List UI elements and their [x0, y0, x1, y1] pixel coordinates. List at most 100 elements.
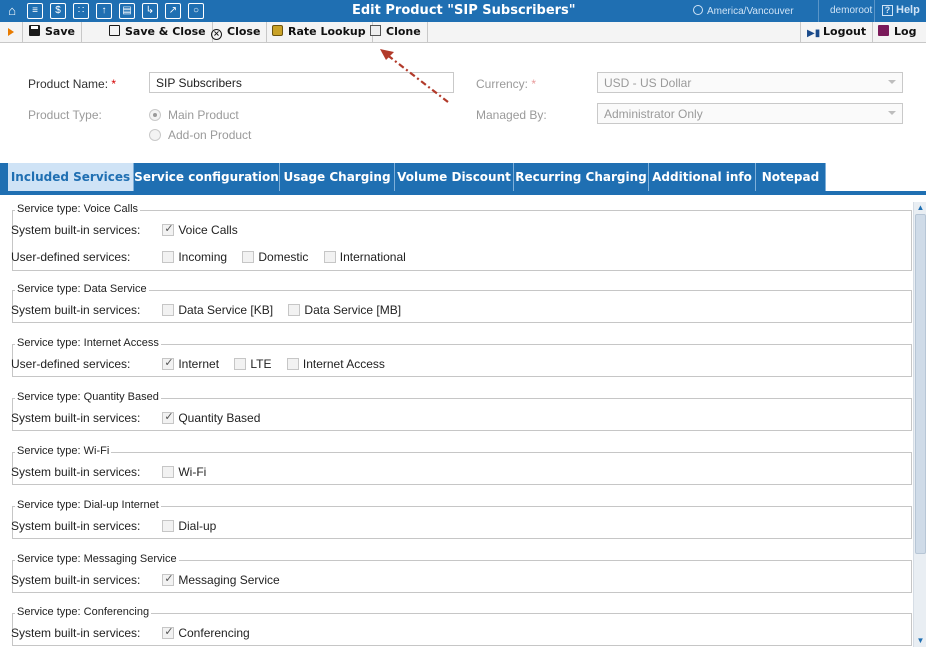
- annotation-arrow: [380, 49, 449, 103]
- service-row: User-defined services: Internet LTE Inte…: [11, 356, 397, 371]
- help-label: Help: [896, 4, 920, 16]
- chevron-down-icon: [888, 80, 896, 84]
- checkbox-icon: [162, 251, 175, 263]
- service-group-data-service: Service type: Data Service System built-…: [11, 283, 912, 323]
- log-book-icon: [878, 25, 889, 36]
- clone-button[interactable]: Clone: [364, 22, 428, 42]
- incoming-checkbox[interactable]: Incoming: [162, 250, 227, 264]
- save-disk-icon: [29, 25, 40, 36]
- close-button[interactable]: × Close: [205, 22, 268, 42]
- dollar-icon[interactable]: $: [50, 3, 66, 19]
- addon-product-radio[interactable]: [149, 129, 161, 141]
- separator: [874, 0, 875, 22]
- quantity-based-checkbox[interactable]: Quantity Based: [162, 410, 260, 425]
- service-group-title: Service type: Wi-Fi: [15, 445, 112, 457]
- tab-service-configuration[interactable]: Service configuration: [134, 163, 280, 191]
- chevron-down-icon: [888, 111, 896, 115]
- conferencing-checkbox[interactable]: Conferencing: [162, 625, 250, 640]
- log-button[interactable]: Log: [872, 22, 922, 42]
- save-button[interactable]: Save: [22, 22, 82, 42]
- tab-notepad[interactable]: Notepad: [756, 163, 826, 191]
- tab-recurring-charging[interactable]: Recurring Charging: [514, 163, 649, 191]
- grid-icon[interactable]: ∷: [73, 3, 89, 19]
- toolbar: Save Save & Close × Close Rate Lookup Clo…: [0, 22, 926, 43]
- option-label: Messaging Service: [178, 573, 280, 587]
- list-icon[interactable]: ≡: [27, 3, 43, 19]
- divider: [12, 210, 912, 211]
- home-icon[interactable]: ⌂: [4, 3, 20, 19]
- main-product-label: Main Product: [168, 108, 239, 122]
- logout-button[interactable]: ▶▮ Logout: [800, 22, 874, 42]
- voice-calls-checkbox[interactable]: Voice Calls: [162, 222, 238, 237]
- required-mark: *: [111, 77, 117, 91]
- service-group-wifi: Service type: Wi-Fi System built-in serv…: [11, 445, 912, 485]
- row-label: User-defined services:: [11, 357, 131, 371]
- service-row: User-defined services: Incoming Domestic…: [11, 250, 418, 264]
- checkbox-icon: [162, 625, 175, 639]
- scrollbar-thumb[interactable]: [915, 214, 926, 554]
- tab-usage-charging[interactable]: Usage Charging: [280, 163, 395, 191]
- tab-additional-info[interactable]: Additional info: [649, 163, 756, 191]
- domestic-checkbox[interactable]: Domestic: [242, 250, 308, 264]
- import-icon[interactable]: ↳: [142, 3, 158, 19]
- help-link[interactable]: ? Help: [882, 4, 920, 16]
- scroll-up-icon[interactable]: ▲: [915, 202, 926, 214]
- main-product-radio[interactable]: [149, 109, 161, 121]
- product-name-label-text: Product Name:: [28, 77, 109, 91]
- internet-checkbox[interactable]: Internet: [162, 356, 219, 371]
- row-label: System built-in services:: [11, 223, 141, 237]
- messaging-service-checkbox[interactable]: Messaging Service: [162, 572, 280, 587]
- separator: [818, 0, 819, 22]
- service-row: System built-in services: Messaging Serv…: [11, 572, 292, 587]
- checkbox-icon: [286, 358, 299, 370]
- checkbox-icon: [162, 410, 175, 424]
- rate-lookup-button-label: Rate Lookup: [288, 25, 366, 38]
- row-label: System built-in services:: [11, 465, 141, 479]
- checkbox-icon: [242, 251, 255, 263]
- data-service-kb-checkbox[interactable]: Data Service [KB]: [162, 303, 273, 317]
- managed-by-value: Administrator Only: [604, 107, 703, 121]
- tab-included-services[interactable]: Included Services: [8, 163, 134, 191]
- managed-by-select[interactable]: Administrator Only: [597, 103, 903, 124]
- service-group-title: Service type: Quantity Based: [15, 391, 161, 403]
- option-label: International: [339, 250, 406, 264]
- clone-button-label: Clone: [386, 25, 421, 38]
- save-close-button-label: Save & Close: [125, 25, 206, 38]
- dialup-checkbox[interactable]: Dial-up: [162, 519, 216, 533]
- top-bar: ⌂ ≡ $ ∷ ↑ ▤ ↳ ↗ ○ Edit Product "SIP Subs…: [0, 0, 926, 22]
- scroll-down-icon[interactable]: ▼: [915, 635, 926, 647]
- play-arrow-icon[interactable]: [8, 28, 14, 36]
- wifi-checkbox[interactable]: Wi-Fi: [162, 465, 206, 479]
- checkbox-icon: [323, 251, 336, 263]
- rate-lookup-button[interactable]: Rate Lookup: [266, 22, 373, 42]
- product-name-value: SIP Subscribers: [156, 76, 242, 90]
- row-label: System built-in services:: [11, 573, 141, 587]
- user-link[interactable]: demoroot: [830, 5, 872, 16]
- timezone-link[interactable]: America/Vancouver: [693, 5, 794, 17]
- internet-access-checkbox[interactable]: Internet Access: [286, 357, 385, 371]
- option-label: Dial-up: [178, 519, 217, 533]
- chart-icon[interactable]: ↗: [165, 3, 181, 19]
- save-close-disk-icon: [109, 25, 120, 36]
- tab-volume-discount[interactable]: Volume Discount: [395, 163, 514, 191]
- checkbox-icon: [162, 572, 175, 586]
- service-row: System built-in services: Wi-Fi: [11, 465, 218, 479]
- close-button-label: Close: [227, 25, 261, 38]
- row-label: User-defined services:: [11, 250, 131, 264]
- save-close-button[interactable]: Save & Close: [103, 22, 213, 42]
- data-service-mb-checkbox[interactable]: Data Service [MB]: [288, 303, 401, 317]
- currency-select[interactable]: USD - US Dollar: [597, 72, 903, 93]
- rate-lookup-icon: [272, 25, 283, 36]
- search-icon[interactable]: ○: [188, 3, 204, 19]
- checkbox-icon: [162, 222, 175, 236]
- table-icon[interactable]: ▤: [119, 3, 135, 19]
- timezone-label: America/Vancouver: [707, 6, 794, 17]
- checkbox-icon: [162, 304, 175, 316]
- service-row: System built-in services: Voice Calls: [11, 222, 250, 237]
- logout-button-label: Logout: [823, 25, 867, 38]
- international-checkbox[interactable]: International: [323, 250, 406, 264]
- vertical-scrollbar[interactable]: ▲ ▼: [913, 202, 926, 647]
- included-services-panel: Service type: Voice Calls System built-i…: [0, 195, 914, 647]
- lte-checkbox[interactable]: LTE: [234, 357, 272, 371]
- upload-icon[interactable]: ↑: [96, 3, 112, 19]
